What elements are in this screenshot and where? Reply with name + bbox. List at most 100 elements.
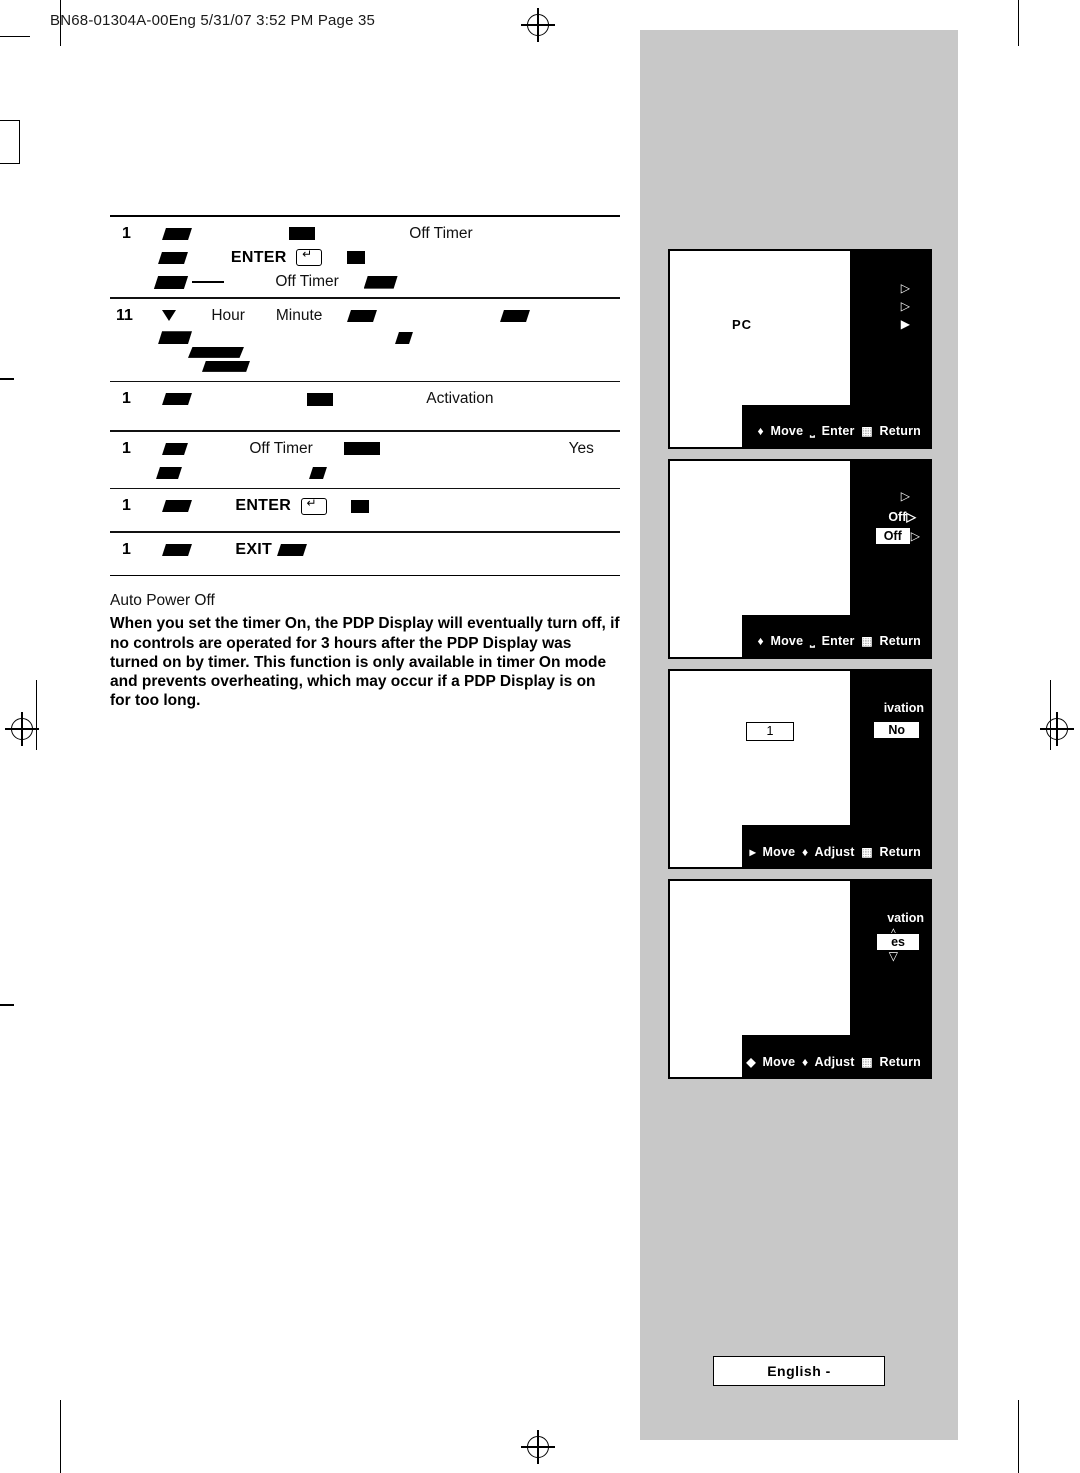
step-text-off-timer-2: Off Timer [275, 273, 339, 291]
redaction-bar [188, 346, 244, 358]
label-hour: Hour [211, 306, 245, 324]
language-label: English - [767, 1363, 831, 1379]
step-text-off-timer-3: Off Timer [249, 439, 313, 457]
redaction-block [162, 500, 193, 513]
crop-mark-right [1040, 712, 1074, 746]
note-title: Auto Power Off [110, 592, 215, 610]
step-row-6: 1 EXIT [110, 533, 620, 575]
step-text-activation: Activation [426, 390, 494, 408]
osd-screenshot-4: vation △ es ▽ ◆ Move ♦ Adjust ▦ Return [668, 879, 932, 1079]
step-row-4: 1 Off Timer Yes [110, 432, 620, 488]
crop-line-right [1018, 0, 1020, 46]
redaction-block [363, 275, 398, 289]
redaction-block [394, 331, 413, 344]
updown-icon: ♦ [801, 845, 809, 859]
osd-activation-label: vation [887, 911, 924, 925]
crop-mark-bottom [521, 1430, 555, 1464]
trim-dash-1 [0, 378, 14, 380]
osd-arrow-icon: ▷ [900, 299, 910, 313]
redaction-block [343, 442, 380, 456]
step-number-1: 1 [122, 224, 131, 242]
page-header-text: BN68-01304A-00Eng 5/31/07 3:52 PM Page 3… [50, 12, 376, 29]
osd-value-yes[interactable]: es [876, 933, 920, 951]
osd-value-off-1: Off▷ [888, 510, 916, 524]
redaction-block [162, 393, 193, 406]
osd-selected-pill: No [873, 721, 920, 739]
osd-selected-pill: Off [874, 527, 911, 545]
osd-footer-3: ▸ Move ♦ Adjust ▦ Return [750, 845, 924, 859]
step-text-yes: Yes [568, 439, 594, 457]
down-arrow-icon: ▽ [888, 949, 898, 963]
menu-icon: ▦ [861, 424, 873, 438]
down-arrow-icon [162, 310, 177, 322]
right-arrow-icon: ▸ [749, 845, 756, 859]
osd-number-value: 1 [766, 724, 774, 738]
menu-icon: ▦ [861, 1055, 873, 1069]
osd-footer-2: ♦ Move ⎵ Enter ▦ Return [757, 634, 924, 649]
divider-bottom [110, 574, 620, 577]
crop-mark-left [5, 712, 39, 746]
osd-return-label: Return [879, 424, 921, 438]
redaction-block [158, 251, 188, 264]
osd-value-off-selected[interactable]: Off ▷ [874, 527, 920, 545]
redaction-underline [192, 281, 225, 284]
redaction-block [308, 466, 327, 479]
step-number-6: 1 [122, 540, 131, 558]
osd-adjust-label: Adjust [814, 845, 855, 859]
step-number-5: 1 [122, 497, 131, 515]
osd-move-label: Move [770, 424, 804, 438]
crop-mark-top [521, 8, 555, 42]
trim-dash-2 [0, 1004, 14, 1006]
osd-screenshot-3: ivation 1 No ▸ Move ♦ Adjust ▦ Return [668, 669, 932, 869]
redaction-block [276, 543, 307, 556]
osd-arrow-icon: ▶ [900, 317, 910, 331]
redaction-block [500, 309, 531, 322]
osd-pc-label: PC [732, 317, 753, 332]
crop-line-left-bottom [60, 1400, 62, 1473]
redaction-block [156, 466, 182, 479]
osd-selected-pill: es [876, 933, 920, 951]
redaction-block [351, 499, 370, 513]
leftright-icon: ◆ [746, 1055, 756, 1069]
redaction-block [162, 543, 193, 556]
page: BN68-01304A-00Eng 5/31/07 3:52 PM Page 3… [0, 0, 1080, 1473]
osd-move-label: Move [762, 845, 796, 859]
osd-adjust-label: Adjust [814, 1055, 855, 1069]
language-footer: English - [713, 1356, 885, 1386]
crop-line-top-left [0, 36, 30, 38]
osd-number-box[interactable]: 1 [746, 722, 794, 741]
osd-screenshot-1: ▷ ▷ ▶ PC ♦ Move ⎵ Enter ▦ Return [668, 249, 932, 449]
step-row-2: 11 Hour Minute [110, 299, 620, 381]
enter-key-label-2: ENTER [235, 497, 292, 515]
osd-return-label: Return [879, 1055, 921, 1069]
step-number-11: 11 [116, 306, 133, 324]
step-row-3: 1 Activation [110, 382, 620, 430]
osd-arrow-icon: ▷ [900, 489, 910, 503]
osd-screenshot-2: ▷ Off▷ Off ▷ ♦ Move ⎵ Enter ▦ Return [668, 459, 932, 659]
redaction-block [289, 227, 316, 241]
osd-arrow-icon: ▷ [900, 281, 910, 295]
note-block: Auto Power Off When you set the timer On… [110, 592, 620, 710]
label-minute: Minute [275, 306, 323, 324]
osd-value-no[interactable]: No [873, 721, 920, 739]
osd-enter-label: Enter [821, 634, 855, 648]
crop-line-mid-left [36, 680, 38, 750]
step-number-4: 1 [122, 439, 131, 457]
instructions-column: 1 Off Timer ENTER Off Timer [110, 215, 620, 710]
osd-move-label: Move [770, 634, 804, 648]
redaction-block [347, 251, 365, 265]
enter-icon: ⎵ [809, 634, 815, 648]
enter-icon: ⎵ [809, 424, 815, 438]
step-number-3: 1 [122, 390, 131, 408]
redaction-block [153, 275, 189, 289]
updown-icon: ♦ [757, 634, 764, 648]
enter-key-icon-2 [300, 496, 327, 515]
osd-footer-1: ♦ Move ⎵ Enter ▦ Return [757, 424, 924, 439]
enter-key-label: ENTER [230, 248, 287, 266]
crop-line-right-bottom [1018, 1400, 1020, 1473]
updown-icon: ♦ [801, 1055, 809, 1069]
menu-icon: ▦ [861, 634, 873, 648]
osd-enter-label: Enter [821, 424, 855, 438]
updown-icon: ♦ [757, 424, 764, 438]
redaction-bar-stack [188, 346, 620, 372]
